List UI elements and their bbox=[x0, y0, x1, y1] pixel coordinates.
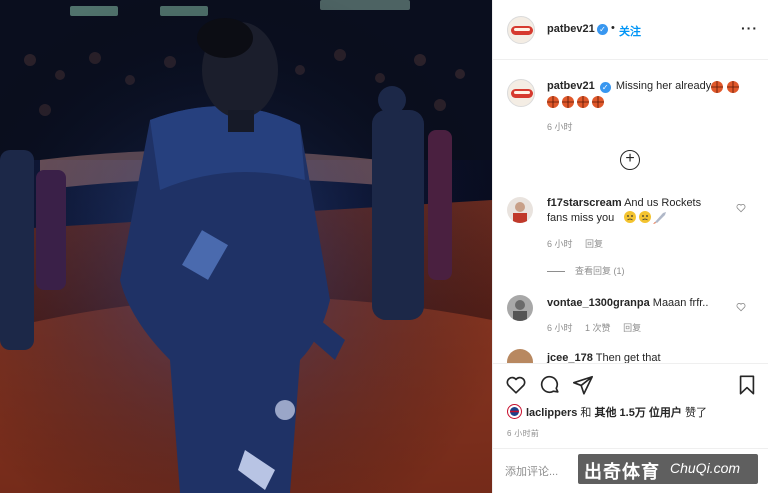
likes-count[interactable]: 其他 1.5万 位用户 bbox=[594, 407, 681, 419]
basketball-icon bbox=[562, 96, 574, 108]
sad-face-icon bbox=[624, 211, 636, 223]
separator-dot: • bbox=[611, 22, 615, 34]
comment-1-time: 6 小时 bbox=[547, 239, 573, 249]
basketball-icon bbox=[711, 81, 723, 93]
commenter-avatar[interactable] bbox=[507, 197, 533, 223]
comment-3-username[interactable]: jcee_178 bbox=[547, 352, 593, 363]
follow-button[interactable]: 关注 bbox=[619, 23, 641, 39]
comment-1-username[interactable]: f17starscream bbox=[547, 197, 622, 209]
verified-badge-icon: ✓ bbox=[597, 24, 608, 35]
basketball-icon bbox=[547, 96, 559, 108]
comment-1-text-line1: And us Rockets bbox=[624, 197, 702, 209]
view-replies-button[interactable]: 查看回复 (1) bbox=[547, 264, 625, 277]
author-avatar[interactable] bbox=[507, 16, 535, 44]
post-side-panel: patbev21 ✓ • 关注 ··· patbev21 ✓ Missing h… bbox=[492, 0, 768, 493]
post-time-ago: 6 小时前 bbox=[507, 429, 540, 438]
comment-2-meta: 6 小时 1 次赞 回复 bbox=[547, 321, 651, 334]
like-heart-icon[interactable] bbox=[505, 374, 527, 396]
comments-section[interactable]: patbev21 ✓ Missing her already 6 小时 + f1… bbox=[493, 61, 768, 363]
save-bookmark-icon[interactable] bbox=[736, 374, 758, 396]
comment-bubble-icon[interactable] bbox=[539, 374, 561, 396]
load-more-comments-icon[interactable]: + bbox=[620, 150, 640, 170]
basketball-icon bbox=[577, 96, 589, 108]
comment-1-reply-button[interactable]: 回复 bbox=[585, 239, 603, 249]
comment-2-like-icon[interactable] bbox=[736, 302, 746, 312]
verified-badge-icon: ✓ bbox=[599, 82, 611, 93]
comment-2-time: 6 小时 bbox=[547, 323, 573, 333]
caption-emoji-line2 bbox=[547, 96, 604, 108]
comment-2-reply-button[interactable]: 回复 bbox=[623, 323, 641, 333]
add-comment-input[interactable]: 添加评论... bbox=[505, 463, 558, 479]
sad-face-icon bbox=[639, 211, 651, 223]
comment-1-like-icon[interactable] bbox=[736, 203, 746, 213]
liker-avatar[interactable] bbox=[507, 404, 522, 419]
comment-1-emojis bbox=[624, 211, 666, 224]
watermark-cn-text: 出奇体育 bbox=[584, 462, 660, 482]
post-photo[interactable] bbox=[0, 0, 492, 493]
comment-3: jcee_178 Then get that bbox=[547, 351, 727, 363]
comment-2: vontae_1300granpa Maaan frfr.. bbox=[547, 296, 727, 311]
site-watermark: 出奇体育 ChuQi.com bbox=[578, 454, 758, 484]
likes-summary: laclippers 和 其他 1.5万 位用户 赞了 bbox=[507, 404, 707, 420]
share-paper-plane-icon[interactable] bbox=[572, 374, 594, 396]
comment-3-text: Then get that bbox=[595, 352, 661, 363]
view-replies-label: 查看回复 (1) bbox=[575, 266, 625, 276]
liked-by-username[interactable]: laclippers bbox=[526, 407, 577, 419]
more-options-icon[interactable]: ··· bbox=[741, 20, 758, 36]
watermark-en-text: ChuQi.com bbox=[670, 460, 741, 476]
comment-1-text-line2: fans miss you bbox=[547, 212, 615, 224]
post-header: patbev21 ✓ • 关注 ··· bbox=[493, 0, 768, 60]
rocket-icon bbox=[653, 212, 666, 224]
comment-2-text: Maaan frfr.. bbox=[652, 297, 709, 309]
basketball-icon bbox=[592, 96, 604, 108]
basketball-icon bbox=[727, 81, 739, 93]
caption-author-avatar[interactable] bbox=[507, 79, 535, 107]
commenter-avatar[interactable] bbox=[507, 349, 533, 363]
caption-text: Missing her already bbox=[615, 80, 712, 92]
comment-2-username[interactable]: vontae_1300granpa bbox=[547, 297, 650, 309]
comment-2-likes[interactable]: 1 次赞 bbox=[585, 323, 611, 333]
caption-time: 6 小时 bbox=[547, 122, 573, 132]
author-username[interactable]: patbev21 bbox=[547, 23, 595, 35]
commenter-avatar[interactable] bbox=[507, 295, 533, 321]
caption-emoji-line1 bbox=[711, 81, 739, 93]
caption-username[interactable]: patbev21 bbox=[547, 80, 595, 92]
comment-1-meta: 6 小时 回复 bbox=[547, 237, 613, 250]
player-photo-illustration bbox=[0, 0, 492, 493]
